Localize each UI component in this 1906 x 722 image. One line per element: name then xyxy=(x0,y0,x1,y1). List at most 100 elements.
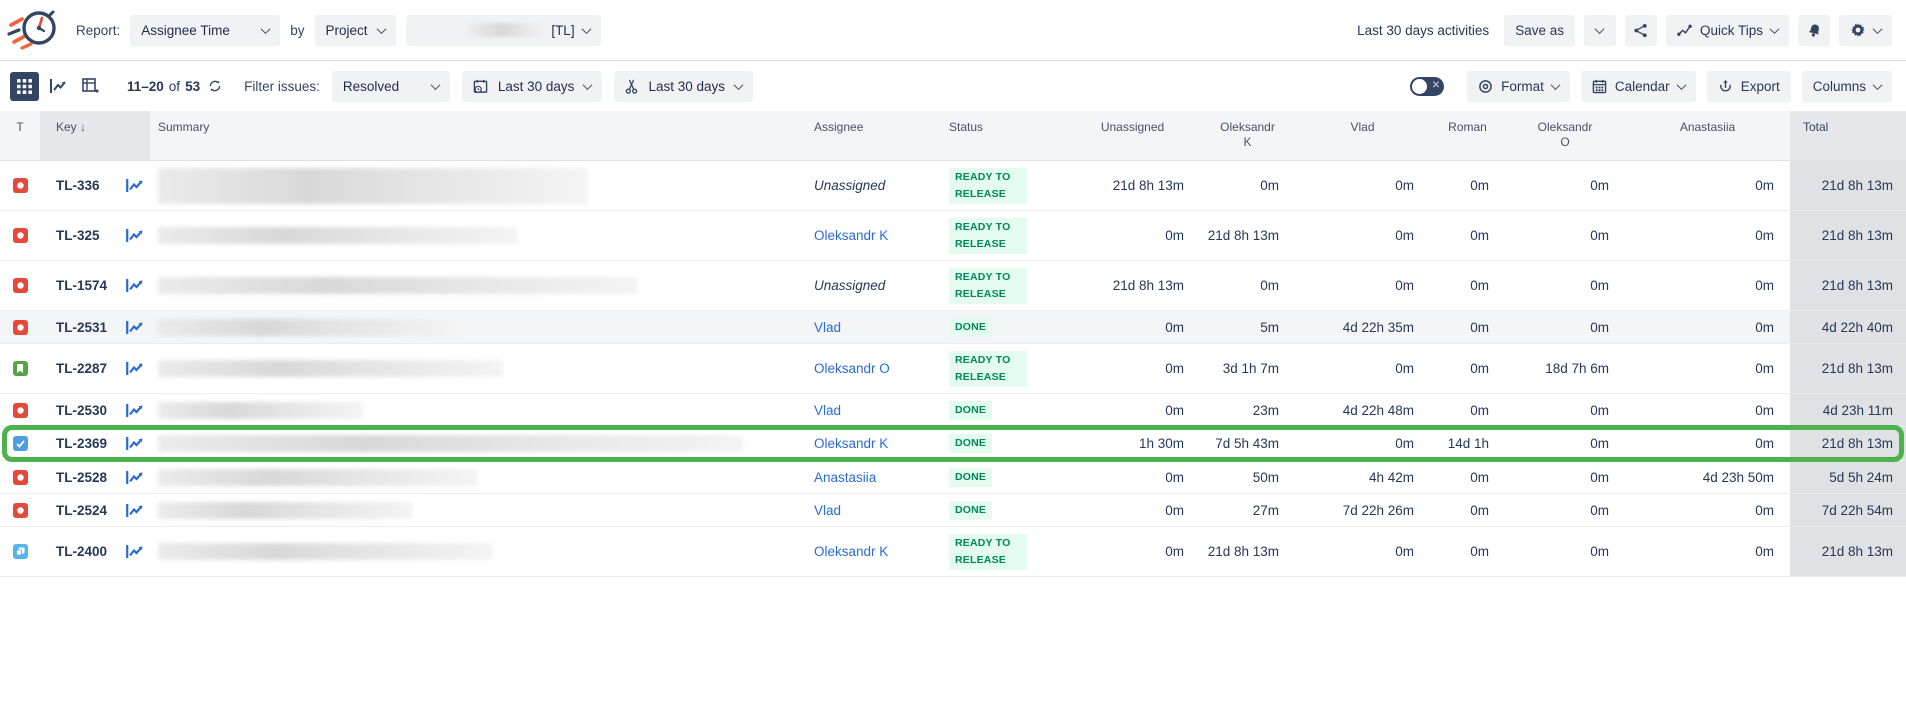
assignee-link[interactable]: Oleksandr O xyxy=(814,361,890,376)
summary-cell xyxy=(150,360,800,377)
time-cell-roman: 0m xyxy=(1430,320,1505,335)
col-vlad[interactable]: Vlad xyxy=(1295,111,1430,160)
time-cell-oleksandr-k: 27m xyxy=(1200,503,1295,518)
issue-key-link[interactable]: TL-2400 xyxy=(40,544,118,559)
status-cell: DONE xyxy=(935,318,1065,337)
issue-key-link[interactable]: TL-325 xyxy=(40,228,118,243)
save-as-button[interactable]: Save as xyxy=(1504,15,1575,46)
trend-chart-icon xyxy=(125,470,144,485)
issue-trend-button[interactable] xyxy=(118,436,150,451)
issue-trend-button[interactable] xyxy=(118,278,150,293)
assignee-link[interactable]: Vlad xyxy=(814,403,841,418)
issue-trend-button[interactable] xyxy=(118,320,150,335)
view-switcher xyxy=(10,72,105,101)
status-cell: READY TO RELEASE xyxy=(935,351,1065,387)
save-as-dropdown-button[interactable] xyxy=(1584,15,1616,46)
issue-key-link[interactable]: TL-2287 xyxy=(40,361,118,376)
export-button[interactable]: Export xyxy=(1707,71,1791,102)
chevron-down-icon xyxy=(376,24,386,34)
col-oleksandr-o[interactable]: Oleksandr O xyxy=(1505,111,1625,160)
redacted-summary xyxy=(158,277,638,294)
time-cell-oleksandr-k: 50m xyxy=(1200,470,1295,485)
time-cell-oleksandr-k: 5m xyxy=(1200,320,1295,335)
time-cell-roman: 0m xyxy=(1430,470,1505,485)
issue-key-link[interactable]: TL-2369 xyxy=(40,436,118,451)
col-unassigned[interactable]: Unassigned xyxy=(1065,111,1200,160)
toggle-x-icon: ✕ xyxy=(1432,80,1440,91)
issue-key-link[interactable]: TL-2524 xyxy=(40,503,118,518)
status-badge: READY TO RELEASE xyxy=(949,218,1027,254)
status-cell: DONE xyxy=(935,401,1065,420)
summary-cell xyxy=(150,227,800,244)
col-total[interactable]: Total xyxy=(1790,111,1906,160)
notifications-button[interactable] xyxy=(1798,15,1830,46)
issue-key-link[interactable]: TL-2530 xyxy=(40,403,118,418)
assignee-link[interactable]: Oleksandr K xyxy=(814,228,888,243)
assignee-link[interactable]: Vlad xyxy=(814,503,841,518)
time-cell-vlad: 4d 22h 48m xyxy=(1295,403,1430,418)
assignee-link[interactable]: Anastasiia xyxy=(814,470,876,485)
calendar-button[interactable]: Calendar xyxy=(1581,71,1696,102)
summary-cell xyxy=(150,435,800,452)
issue-trend-button[interactable] xyxy=(118,228,150,243)
redacted-summary xyxy=(158,168,588,204)
issue-trend-button[interactable] xyxy=(118,544,150,559)
col-roman[interactable]: Roman xyxy=(1430,111,1505,160)
columns-button[interactable]: Columns xyxy=(1802,71,1892,102)
col-anastasiia[interactable]: Anastasiia xyxy=(1625,111,1790,160)
redacted-summary xyxy=(158,435,743,452)
col-oleksandr-k[interactable]: Oleksandr K xyxy=(1200,111,1295,160)
assignee-link[interactable]: Oleksandr K xyxy=(814,544,888,559)
issue-trend-button[interactable] xyxy=(118,470,150,485)
col-status[interactable]: Status xyxy=(935,111,1065,160)
compact-mode-toggle[interactable]: ✕ xyxy=(1410,77,1444,96)
status-cell: READY TO RELEASE xyxy=(935,268,1065,304)
assignee-link[interactable]: Oleksandr K xyxy=(814,436,888,451)
time-cell-anastasiia: 0m xyxy=(1625,228,1790,243)
quick-tips-button[interactable]: Quick Tips xyxy=(1666,15,1789,46)
chart-view-button[interactable] xyxy=(43,72,72,101)
assignee-cell: Oleksandr K xyxy=(800,228,935,243)
calendar-icon xyxy=(1592,79,1607,94)
report-type-select[interactable]: Assignee Time xyxy=(130,15,280,46)
chevron-down-icon xyxy=(1770,24,1780,34)
grid-view-button[interactable] xyxy=(10,72,39,101)
assignee-cell: Vlad xyxy=(800,403,935,418)
col-assignee[interactable]: Assignee xyxy=(800,111,935,160)
time-cell-vlad: 0m xyxy=(1295,278,1430,293)
format-button[interactable]: Format xyxy=(1467,71,1570,102)
settings-button[interactable] xyxy=(1839,15,1892,46)
col-key[interactable]: Key ↓ xyxy=(40,111,150,160)
worklog-dates-filter[interactable]: Last 30 days xyxy=(614,71,753,102)
issue-trend-button[interactable] xyxy=(118,503,150,518)
issue-trend-button[interactable] xyxy=(118,361,150,376)
col-summary[interactable]: Summary xyxy=(150,111,800,160)
assignee-link[interactable]: Vlad xyxy=(814,320,841,335)
status-cell: DONE xyxy=(935,468,1065,487)
table-row-tl-336: TL-336UnassignedREADY TO RELEASE21d 8h 1… xyxy=(0,161,1906,211)
time-cell-oleksandr-k: 3d 1h 7m xyxy=(1200,361,1295,376)
group-by-select[interactable]: Project xyxy=(315,15,396,46)
col-type[interactable]: T xyxy=(0,111,40,160)
calendar-clock-icon xyxy=(473,79,488,94)
issue-key-link[interactable]: TL-336 xyxy=(40,178,118,193)
time-cell-oleksandr-o: 0m xyxy=(1505,503,1625,518)
refresh-button[interactable] xyxy=(208,79,222,93)
issue-trend-button[interactable] xyxy=(118,403,150,418)
status-filter-select[interactable]: Resolved xyxy=(332,71,450,102)
export-icon xyxy=(1718,79,1733,94)
share-icon xyxy=(1633,23,1648,38)
issue-key-link[interactable]: TL-2528 xyxy=(40,470,118,485)
share-button[interactable] xyxy=(1625,15,1657,46)
issue-key-link[interactable]: TL-2531 xyxy=(40,320,118,335)
subtask-issue-type-icon xyxy=(13,544,28,559)
pivot-view-button[interactable] xyxy=(76,72,105,101)
assignee-cell: Unassigned xyxy=(800,178,935,193)
issue-dates-filter[interactable]: Last 30 days xyxy=(462,71,603,102)
project-select[interactable]: [TL] xyxy=(406,15,601,46)
issue-key-link[interactable]: TL-1574 xyxy=(40,278,118,293)
trend-chart-icon xyxy=(125,320,144,335)
time-cell-vlad: 7d 22h 26m xyxy=(1295,503,1430,518)
table-row-tl-2369: TL-2369Oleksandr KDONE1h 30m7d 5h 43m0m1… xyxy=(0,427,1906,461)
issue-trend-button[interactable] xyxy=(118,178,150,193)
